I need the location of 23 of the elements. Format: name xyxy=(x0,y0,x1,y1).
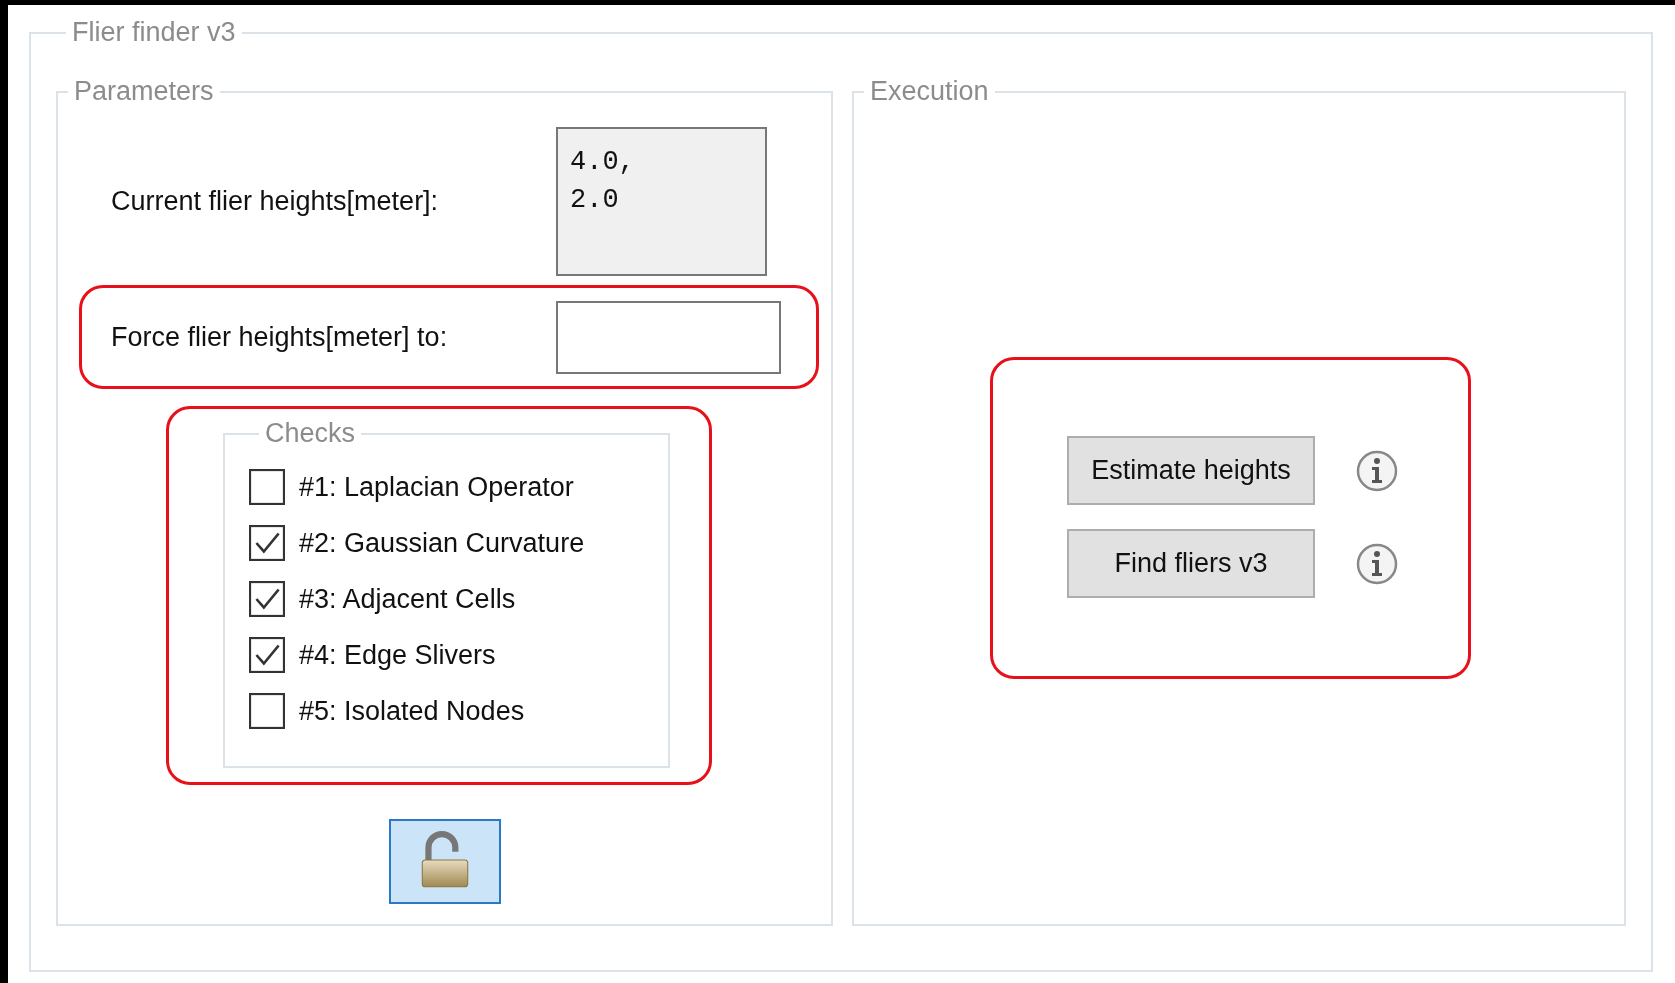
action-button[interactable]: Estimate heights xyxy=(1067,436,1315,505)
field-label: Force flier heights[meter] to: xyxy=(111,321,449,353)
field-label: Current flier heights[meter]: xyxy=(111,186,440,217)
checkbox[interactable] xyxy=(249,693,285,729)
lock-button[interactable] xyxy=(388,819,501,904)
checkbox[interactable] xyxy=(249,581,285,617)
checkbox-label: #5: Isolated Nodes xyxy=(299,695,525,727)
checkbox[interactable] xyxy=(249,469,285,505)
action-button[interactable]: Find fliers v3 xyxy=(1067,529,1315,598)
group-title: Parameters xyxy=(73,76,215,107)
checkbox-label: #1: Laplacian Operator xyxy=(299,471,574,503)
info-icon[interactable] xyxy=(1355,541,1399,586)
group-title: Flier finder v3 xyxy=(71,17,237,48)
checkbox-label: #4: Edge Slivers xyxy=(299,639,496,671)
info-icon[interactable] xyxy=(1355,448,1399,493)
checkbox-label: #2: Gaussian Curvature xyxy=(299,527,585,559)
checkbox[interactable] xyxy=(249,525,285,561)
group-title: Checks xyxy=(264,418,357,449)
checkbox[interactable] xyxy=(249,637,285,673)
heights-field[interactable]: 4.0, 2.0 xyxy=(556,127,767,276)
group-title: Execution xyxy=(869,76,990,107)
input-field[interactable] xyxy=(556,300,781,374)
checkbox-label: #3: Adjacent Cells xyxy=(299,583,516,615)
